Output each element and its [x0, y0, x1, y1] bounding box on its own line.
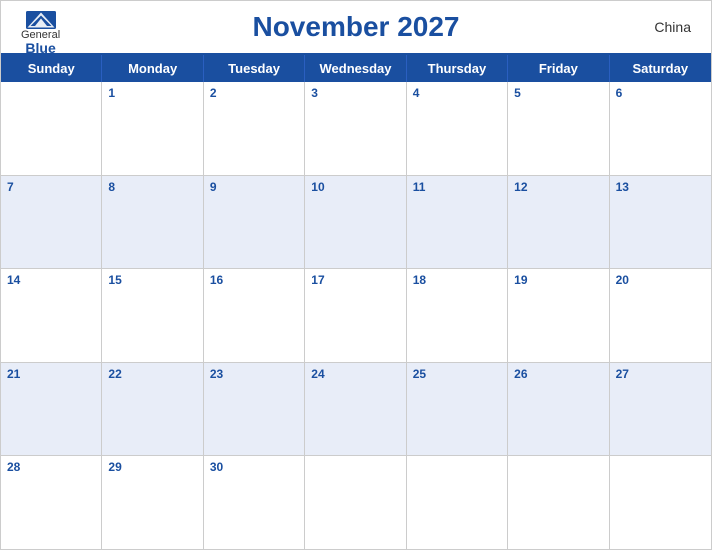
day-header-sunday: Sunday: [1, 55, 102, 82]
day-cell: 14: [1, 269, 102, 362]
day-cell: 11: [407, 176, 508, 269]
day-cell: 17: [305, 269, 406, 362]
day-cell: 22: [102, 363, 203, 456]
day-cell: 8: [102, 176, 203, 269]
day-cell: 30: [204, 456, 305, 549]
day-cell: 10: [305, 176, 406, 269]
week-row-5: 28 29 30: [1, 456, 711, 549]
logo-icon: [26, 11, 56, 29]
day-header-tuesday: Tuesday: [204, 55, 305, 82]
weeks-container: 1 2 3 4 5 6 7 8 9 10 11 12 13 14 15 16: [1, 82, 711, 549]
country-label: China: [654, 19, 691, 35]
day-cell: 16: [204, 269, 305, 362]
day-cell: 7: [1, 176, 102, 269]
day-headers-row: Sunday Monday Tuesday Wednesday Thursday…: [1, 55, 711, 82]
month-title: November 2027: [252, 11, 459, 43]
day-cell: [1, 82, 102, 175]
week-row-3: 14 15 16 17 18 19 20: [1, 269, 711, 363]
day-cell: [407, 456, 508, 549]
day-cell: 18: [407, 269, 508, 362]
day-cell: 12: [508, 176, 609, 269]
day-cell: 24: [305, 363, 406, 456]
day-cell: 15: [102, 269, 203, 362]
day-cell: [610, 456, 711, 549]
day-cell: 4: [407, 82, 508, 175]
week-row-2: 7 8 9 10 11 12 13: [1, 176, 711, 270]
day-cell: 29: [102, 456, 203, 549]
day-cell: 23: [204, 363, 305, 456]
day-header-friday: Friday: [508, 55, 609, 82]
day-cell: 5: [508, 82, 609, 175]
day-cell: 25: [407, 363, 508, 456]
day-cell: 2: [204, 82, 305, 175]
day-cell: 9: [204, 176, 305, 269]
day-header-monday: Monday: [102, 55, 203, 82]
day-cell: [305, 456, 406, 549]
day-cell: 21: [1, 363, 102, 456]
day-header-thursday: Thursday: [407, 55, 508, 82]
calendar-grid: Sunday Monday Tuesday Wednesday Thursday…: [1, 53, 711, 549]
day-cell: 1: [102, 82, 203, 175]
day-cell: 6: [610, 82, 711, 175]
day-cell: 20: [610, 269, 711, 362]
day-cell: 3: [305, 82, 406, 175]
day-cell: 13: [610, 176, 711, 269]
day-cell: 26: [508, 363, 609, 456]
day-cell: 28: [1, 456, 102, 549]
day-header-saturday: Saturday: [610, 55, 711, 82]
day-cell: [508, 456, 609, 549]
calendar-header: General Blue November 2027 China: [1, 1, 711, 53]
logo-blue-text: Blue: [25, 41, 55, 55]
day-cell: 19: [508, 269, 609, 362]
logo: General Blue: [21, 11, 60, 55]
calendar: General Blue November 2027 China Sunday …: [0, 0, 712, 550]
day-cell: 27: [610, 363, 711, 456]
week-row-4: 21 22 23 24 25 26 27: [1, 363, 711, 457]
day-header-wednesday: Wednesday: [305, 55, 406, 82]
week-row-1: 1 2 3 4 5 6: [1, 82, 711, 176]
